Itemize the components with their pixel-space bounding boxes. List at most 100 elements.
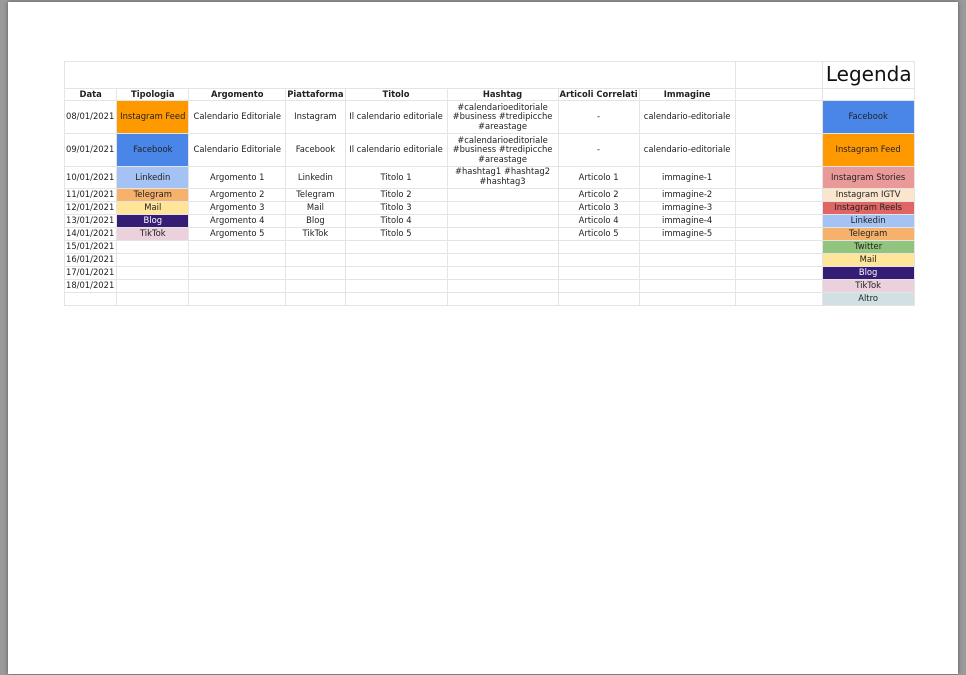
legend-item: Instagram Feed [821,133,915,167]
empty-cell [734,88,823,101]
empty-cell [188,240,287,254]
date-cell: 12/01/2021 [63,201,118,215]
tipologia-cell: Linkedin [116,166,190,189]
empty-cell [188,266,287,280]
empty-cell [344,253,448,267]
empty-cell [638,292,736,306]
date-cell [63,292,118,306]
articoli-cell: Articolo 5 [557,227,640,241]
empty-cell [734,266,823,280]
empty-cell [285,292,346,306]
argomento-cell: Argomento 4 [188,214,287,228]
immagine-cell: immagine-5 [638,227,736,241]
empty-cell [734,253,823,267]
empty-cell [557,279,640,293]
empty-cell [821,88,915,101]
col-header-hashtag: Hashtag [446,88,559,101]
table-row: 08/01/2021 Instagram Feed Calendario Edi… [63,100,915,134]
articoli-cell: Articolo 2 [557,188,640,202]
legend-item: Instagram IGTV [821,188,915,202]
date-cell: 15/01/2021 [63,240,118,254]
immagine-cell: immagine-3 [638,201,736,215]
legend-item: Instagram Stories [821,166,915,189]
hashtag-cell [446,214,559,228]
table-row: 13/01/2021 Blog Argomento 4 Blog Titolo … [63,214,915,228]
tipologia-cell: Instagram Feed [116,100,190,134]
date-cell: 18/01/2021 [63,279,118,293]
empty-cell [557,292,640,306]
empty-cell [734,292,823,306]
empty-cell [446,253,559,267]
hashtag-cell: #calendarioeditoriale #business #tredipi… [446,133,559,167]
col-header-data: Data [63,88,118,101]
empty-cell [638,240,736,254]
empty-cell [734,240,823,254]
empty-cell [446,266,559,280]
empty-cell [188,253,287,267]
table-row: 12/01/2021 Mail Argomento 3 Mail Titolo … [63,201,915,215]
argomento-cell: Argomento 5 [188,227,287,241]
argomento-cell: Argomento 2 [188,188,287,202]
legend-item: Blog [821,266,915,280]
col-header-immagine: Immagine [638,88,736,101]
empty-cell [116,240,190,254]
date-cell: 11/01/2021 [63,188,118,202]
piattaforma-cell: Instagram [285,100,346,134]
table-row: 16/01/2021 Mail [63,253,915,267]
empty-cell [344,266,448,280]
tipologia-cell: TikTok [116,227,190,241]
hashtag-cell: #calendarioeditoriale #business #tredipi… [446,100,559,134]
legend-title: Legenda [821,61,915,89]
empty-cell [734,166,823,189]
empty-cell [638,266,736,280]
empty-cell [188,292,287,306]
tipologia-cell: Mail [116,201,190,215]
empty-cell [734,214,823,228]
table-row: 10/01/2021 Linkedin Argomento 1 Linkedin… [63,166,915,189]
empty-cell [734,227,823,241]
immagine-cell: calendario-editoriale [638,133,736,167]
table-row: 14/01/2021 TikTok Argomento 5 TikTok Tit… [63,227,915,241]
piattaforma-cell: TikTok [285,227,346,241]
date-cell: 09/01/2021 [63,133,118,167]
col-header-tipologia: Tipologia [116,88,190,101]
immagine-cell: calendario-editoriale [638,100,736,134]
piattaforma-cell: Mail [285,201,346,215]
table-row: 09/01/2021 Facebook Calendario Editorial… [63,133,915,167]
empty-cell [285,240,346,254]
legend-item: Facebook [821,100,915,134]
date-cell: 17/01/2021 [63,266,118,280]
empty-cell [734,61,823,89]
articoli-cell: Articolo 1 [557,166,640,189]
tipologia-cell: Blog [116,214,190,228]
empty-cell [557,266,640,280]
legend-item: Telegram [821,227,915,241]
empty-cell [638,279,736,293]
empty-cell [116,279,190,293]
piattaforma-cell: Telegram [285,188,346,202]
articoli-cell: - [557,100,640,134]
titolo-cell: Titolo 4 [344,214,448,228]
immagine-cell: immagine-2 [638,188,736,202]
col-header-titolo: Titolo [344,88,448,101]
table-row: Altro [63,292,915,306]
empty-cell [734,201,823,215]
immagine-cell: immagine-4 [638,214,736,228]
empty-cell [446,292,559,306]
header-row: Data Tipologia Argomento Piattaforma Tit… [63,88,915,101]
table-row: 18/01/2021 TikTok [63,279,915,293]
empty-cell [557,240,640,254]
argomento-cell: Calendario Editoriale [188,100,287,134]
empty-cell [344,279,448,293]
empty-cell [116,266,190,280]
date-cell: 16/01/2021 [63,253,118,267]
date-cell: 08/01/2021 [63,100,118,134]
empty-cell [285,279,346,293]
titolo-cell: Il calendario editoriale [344,100,448,134]
piattaforma-cell: Blog [285,214,346,228]
titolo-cell: Titolo 1 [344,166,448,189]
col-header-argomento: Argomento [188,88,287,101]
empty-cell [638,253,736,267]
titolo-cell: Titolo 3 [344,201,448,215]
document-page: Legenda Data Tipologia Argomento Piattaf… [8,2,958,674]
